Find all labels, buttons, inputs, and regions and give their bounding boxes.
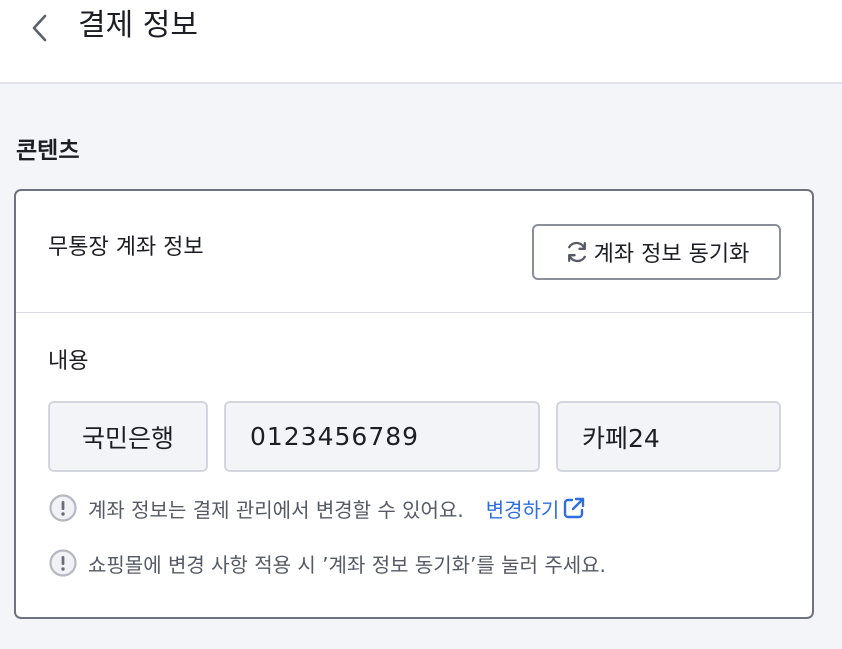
bank-name-field: 국민은행 [48,401,208,472]
page-header: 결제 정보 [0,0,842,84]
page-title: 결제 정보 [78,8,198,43]
bank-account-card: 무통장 계좌 정보 계좌 정보 동기화 내용 국민은행 0123456789 카… [14,189,814,619]
change-link[interactable]: 변경하기 [486,494,588,523]
section-label: 콘텐츠 [16,138,80,164]
info-note-text: 쇼핑몰에 변경 사항 적용 시 ’계좌 정보 동기화’를 눌러 주세요. [88,552,606,577]
account-number-field: 0123456789 [224,401,540,472]
card-header: 무통장 계좌 정보 계좌 정보 동기화 [16,191,812,313]
back-button[interactable] [20,8,60,48]
info-note-text: 계좌 정보는 결제 관리에서 변경할 수 있어요. [88,497,464,522]
external-link-icon [561,495,587,521]
content-label: 내용 [48,349,89,374]
card-title: 무통장 계좌 정보 [48,235,204,260]
info-note-sync-reminder: 쇼핑몰에 변경 사항 적용 시 ’계좌 정보 동기화’를 눌러 주세요. [48,546,606,580]
refresh-icon [564,239,590,265]
sync-account-button-label: 계좌 정보 동기화 [593,242,750,267]
info-note-change-location: 계좌 정보는 결제 관리에서 변경할 수 있어요. 변경하기 [48,491,587,525]
chevron-left-icon [32,14,47,42]
info-circle-icon [48,493,78,523]
change-link-label: 변경하기 [485,497,560,522]
sync-account-button[interactable]: 계좌 정보 동기화 [532,224,781,280]
info-circle-icon [48,548,78,578]
account-holder-field: 카페24 [556,401,781,472]
